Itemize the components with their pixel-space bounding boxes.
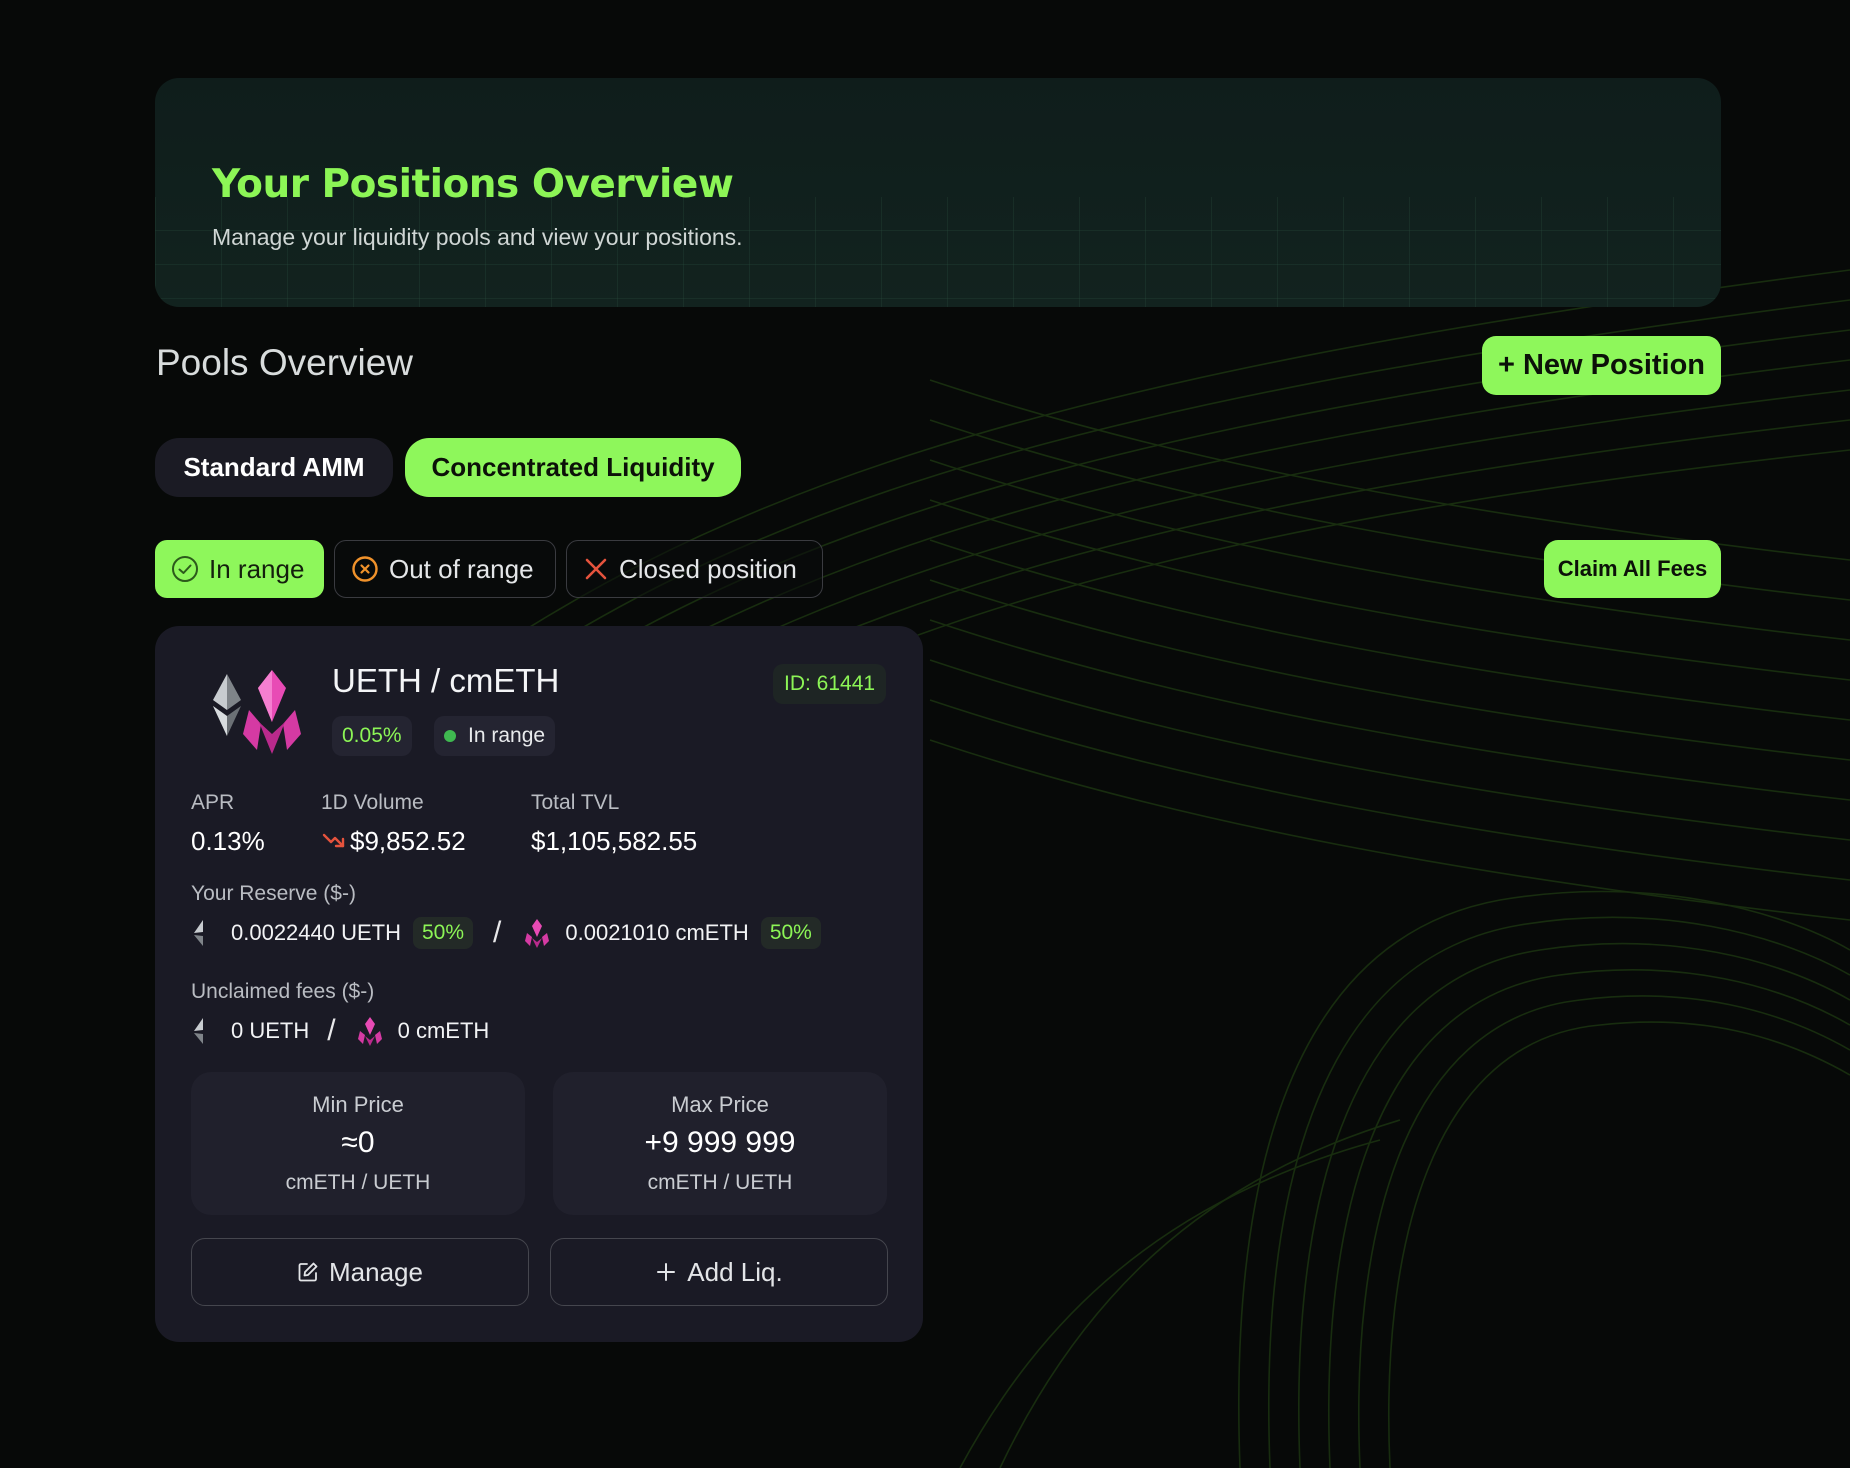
apr-label: APR bbox=[191, 791, 235, 814]
cmeth-token-icon bbox=[357, 1017, 382, 1046]
unclaimed-fees-row: 0 UETH / 0 cmETH bbox=[191, 1014, 489, 1048]
pool-pair-name: UETH / cmETH bbox=[332, 662, 560, 699]
plus-icon bbox=[657, 1263, 676, 1281]
fee-tier-badge: 0.05% bbox=[332, 716, 412, 756]
reserve-token-a-pct: 50% bbox=[413, 917, 474, 949]
manage-button[interactable]: Manage bbox=[191, 1238, 529, 1306]
add-liquidity-label: Add Liq. bbox=[687, 1256, 783, 1287]
filter-label: Out of range bbox=[389, 553, 534, 584]
claim-all-fees-button[interactable]: Claim All Fees bbox=[1544, 540, 1721, 598]
new-position-button[interactable]: + New Position bbox=[1482, 336, 1721, 395]
tab-concentrated-liquidity[interactable]: Concentrated Liquidity bbox=[405, 438, 741, 497]
fees-token-a: 0 UETH bbox=[231, 1018, 310, 1043]
ueth-token-icon bbox=[194, 920, 203, 946]
range-status-label: In range bbox=[468, 724, 546, 747]
page-subtitle: Manage your liquidity pools and view you… bbox=[212, 224, 743, 250]
filter-out-of-range[interactable]: Out of range bbox=[334, 540, 556, 598]
min-price-title: Min Price bbox=[312, 1092, 404, 1117]
filter-label: Closed position bbox=[619, 553, 797, 584]
range-status-badge: In range bbox=[434, 716, 556, 756]
min-price-unit: cmETH / UETH bbox=[285, 1171, 431, 1194]
reserve-row: 0.0022440 UETH 50% / 0.0021010 cmETH 50% bbox=[191, 916, 821, 950]
position-id-badge: ID: 61441 bbox=[773, 664, 887, 704]
manage-label: Manage bbox=[329, 1256, 423, 1287]
reserve-label: Your Reserve ($-) bbox=[191, 882, 356, 905]
max-price-box: Max Price +9 999 999 cmETH / UETH bbox=[553, 1072, 887, 1215]
fees-token-b: 0 cmETH bbox=[397, 1018, 490, 1043]
max-price-unit: cmETH / UETH bbox=[647, 1171, 793, 1194]
max-price-title: Max Price bbox=[671, 1092, 769, 1117]
reserve-token-a: 0.0022440 UETH bbox=[231, 920, 401, 945]
page-title: Your Positions Overview bbox=[212, 162, 734, 207]
token-pair-logo-icon bbox=[213, 670, 301, 754]
add-liquidity-button[interactable]: Add Liq. bbox=[550, 1238, 888, 1306]
reserve-token-b-pct: 50% bbox=[760, 917, 821, 949]
trend-down-icon bbox=[322, 833, 345, 848]
unclaimed-fees-label: Unclaimed fees ($-) bbox=[191, 980, 375, 1003]
section-title: Pools Overview bbox=[156, 342, 414, 383]
edit-icon bbox=[298, 1262, 318, 1282]
reserve-token-b: 0.0021010 cmETH bbox=[565, 920, 749, 945]
status-dot-icon bbox=[444, 730, 456, 742]
max-price-value: +9 999 999 bbox=[644, 1126, 796, 1159]
volume-value: $9,852.52 bbox=[350, 826, 466, 856]
volume-label: 1D Volume bbox=[321, 791, 424, 814]
x-icon bbox=[585, 558, 607, 580]
filter-label: In range bbox=[209, 553, 305, 584]
hero-grid-pattern bbox=[155, 197, 1721, 307]
ueth-token-icon bbox=[194, 1018, 203, 1044]
position-card[interactable]: UETH / cmETH ID: 61441 0.05% In range AP… bbox=[155, 626, 923, 1342]
min-price-box: Min Price ≈0 cmETH / UETH bbox=[191, 1072, 525, 1215]
tvl-value: $1,105,582.55 bbox=[531, 826, 698, 856]
separator: / bbox=[493, 916, 502, 949]
x-circle-icon bbox=[352, 556, 378, 582]
min-price-value: ≈0 bbox=[341, 1126, 375, 1159]
cmeth-token-icon bbox=[525, 919, 550, 948]
separator: / bbox=[327, 1014, 336, 1047]
tvl-label: Total TVL bbox=[531, 791, 620, 814]
filter-closed-position[interactable]: Closed position bbox=[566, 540, 823, 598]
apr-value: 0.13% bbox=[191, 826, 265, 856]
filter-in-range[interactable]: In range bbox=[155, 540, 324, 598]
hero-banner: Your Positions Overview Manage your liqu… bbox=[155, 78, 1721, 307]
check-circle-icon bbox=[172, 556, 198, 582]
tab-standard-amm[interactable]: Standard AMM bbox=[155, 438, 393, 497]
